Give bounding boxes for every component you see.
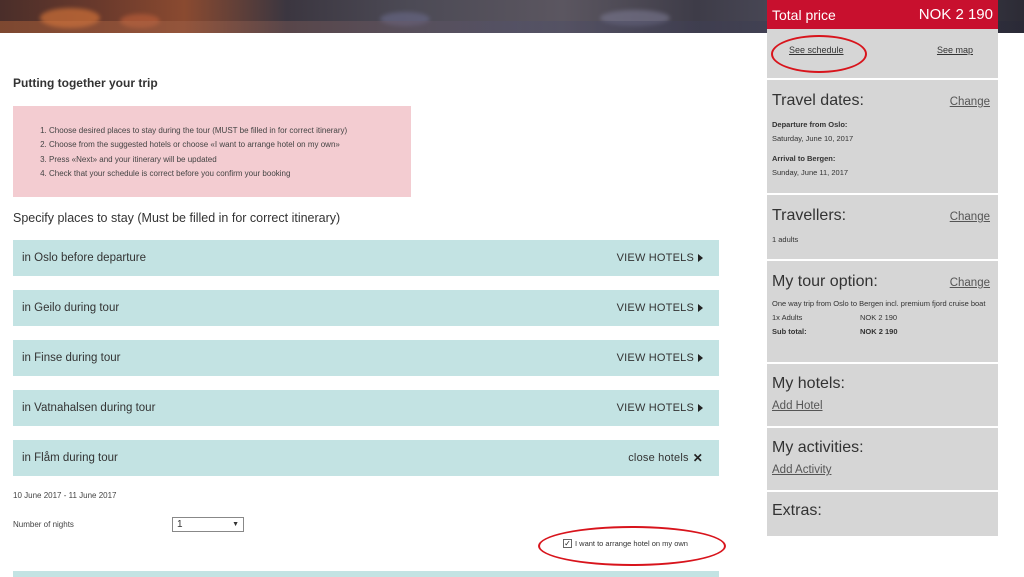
add-activity-link[interactable]: Add Activity bbox=[772, 464, 993, 476]
departure-label: Departure from Oslo: bbox=[772, 120, 848, 129]
add-hotel-link[interactable]: Add Hotel bbox=[772, 400, 993, 412]
stay-row-label: in Oslo before departure bbox=[22, 252, 147, 264]
instruction-item: Choose from the suggested hotels or choo… bbox=[49, 138, 411, 152]
instruction-item: Check that your schedule is correct befo… bbox=[49, 167, 411, 181]
tour-option-title: My tour option: bbox=[772, 273, 878, 290]
stay-date-range: 10 June 2017 - 11 June 2017 bbox=[13, 491, 117, 500]
subtotal-value: NOK 2 190 bbox=[860, 327, 898, 336]
nights-select[interactable]: 1 ▼ bbox=[172, 517, 244, 532]
page-title: Putting together your trip bbox=[13, 76, 158, 90]
see-schedule-link[interactable]: See schedule bbox=[789, 45, 844, 55]
close-icon: ✕ bbox=[692, 451, 703, 465]
extras-title: Extras: bbox=[772, 502, 822, 519]
stay-row-label: in Flåm during tour bbox=[22, 452, 118, 464]
view-hotels-button[interactable]: VIEW HOTELS bbox=[617, 302, 703, 314]
stay-row-oslo[interactable]: in Oslo before departure VIEW HOTELS bbox=[13, 240, 719, 276]
stay-row-geilo[interactable]: in Geilo during tour VIEW HOTELS bbox=[13, 290, 719, 326]
booking-summary-sidebar: Total price NOK 2 190 See schedule See m… bbox=[767, 0, 998, 536]
view-hotels-button[interactable]: VIEW HOTELS bbox=[617, 402, 703, 414]
stay-row-label: in Finse during tour bbox=[22, 352, 121, 364]
close-hotels-button[interactable]: close hotels ✕ bbox=[628, 451, 703, 465]
instruction-item: Choose desired places to stay during the… bbox=[49, 124, 411, 138]
next-section-bar bbox=[13, 571, 719, 577]
adults-price-label: 1x Adults bbox=[772, 313, 803, 322]
caret-right-icon bbox=[698, 304, 703, 312]
instructions-list: Choose desired places to stay during the… bbox=[42, 124, 411, 182]
stay-row-vatnahalsen[interactable]: in Vatnahalsen during tour VIEW HOTELS bbox=[13, 390, 719, 426]
own-hotel-option[interactable]: ✓ I want to arrange hotel on my own bbox=[563, 539, 688, 548]
own-hotel-checkbox[interactable]: ✓ bbox=[563, 539, 572, 548]
nights-label: Number of nights bbox=[13, 520, 74, 529]
travellers-section: Travellers: Change 1 adults bbox=[767, 195, 998, 261]
extras-section: Extras: bbox=[767, 492, 998, 520]
chevron-down-icon: ▼ bbox=[232, 521, 239, 528]
hotels-section: My hotels: Add Hotel bbox=[767, 364, 998, 428]
travel-dates-section: Travel dates: Change Departure from Oslo… bbox=[767, 80, 998, 195]
arrival-label: Arrival to Bergen: bbox=[772, 154, 836, 163]
tour-option-description: One way trip from Oslo to Bergen incl. p… bbox=[772, 299, 986, 308]
see-map-link[interactable]: See map bbox=[937, 45, 973, 55]
adults-price-value: NOK 2 190 bbox=[860, 313, 898, 322]
total-price-bar: Total price NOK 2 190 bbox=[767, 0, 998, 29]
caret-right-icon bbox=[698, 254, 703, 262]
stay-row-label: in Vatnahalsen during tour bbox=[22, 402, 156, 414]
nights-value: 1 bbox=[177, 519, 183, 530]
instruction-item: Press «Next» and your itinerary will be … bbox=[49, 153, 411, 167]
view-hotels-button[interactable]: VIEW HOTELS bbox=[617, 352, 703, 364]
change-dates-link[interactable]: Change bbox=[950, 96, 990, 108]
stay-row-label: in Geilo during tour bbox=[22, 302, 120, 314]
summary-links: See schedule See map bbox=[767, 29, 998, 80]
travellers-title: Travellers: bbox=[772, 207, 847, 224]
tour-option-section: My tour option: Change One way trip from… bbox=[767, 261, 998, 364]
travellers-count: 1 adults bbox=[772, 235, 799, 244]
activities-section: My activities: Add Activity bbox=[767, 428, 998, 492]
caret-right-icon bbox=[698, 404, 703, 412]
stay-row-finse[interactable]: in Finse during tour VIEW HOTELS bbox=[13, 340, 719, 376]
arrival-date: Sunday, June 11, 2017 bbox=[772, 168, 849, 177]
departure-date: Saturday, June 10, 2017 bbox=[772, 134, 854, 143]
travel-dates-title: Travel dates: bbox=[772, 92, 864, 109]
view-hotels-button[interactable]: VIEW HOTELS bbox=[617, 252, 703, 264]
instructions-box: Choose desired places to stay during the… bbox=[13, 106, 411, 197]
total-price-value: NOK 2 190 bbox=[918, 6, 993, 23]
own-hotel-label: I want to arrange hotel on my own bbox=[575, 539, 688, 548]
specify-places-heading: Specify places to stay (Must be filled i… bbox=[13, 211, 341, 225]
total-price-label: Total price bbox=[772, 6, 836, 23]
activities-title: My activities: bbox=[772, 439, 864, 456]
subtotal-label: Sub total: bbox=[772, 327, 807, 336]
change-tour-option-link[interactable]: Change bbox=[950, 277, 990, 289]
change-travellers-link[interactable]: Change bbox=[950, 211, 990, 223]
stay-row-flam[interactable]: in Flåm during tour close hotels ✕ bbox=[13, 440, 719, 476]
hotels-title: My hotels: bbox=[772, 375, 845, 392]
caret-right-icon bbox=[698, 354, 703, 362]
